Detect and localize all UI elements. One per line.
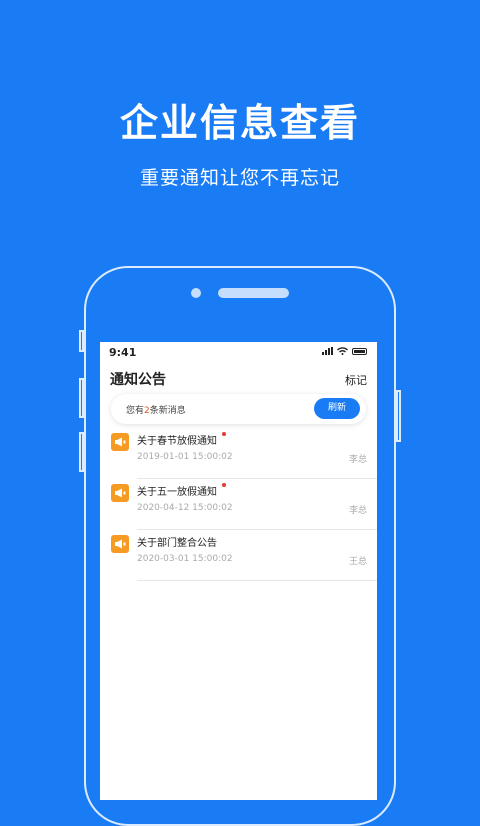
notice-title: 关于五一放假通知 [137,483,226,498]
unread-dot [222,483,226,487]
phone-screen: 9:41 通知公告 标记 您有2条新消息 刷新 关于春节放假通知 2019-01… [100,342,377,800]
notice-date: 2019-01-01 15:00:02 [137,452,233,462]
list-item[interactable]: 关于五一放假通知 2020-04-12 15:00:02 李总 [100,479,377,530]
megaphone-icon [111,535,129,553]
phone-side-button [79,378,84,418]
megaphone-icon [111,433,129,451]
list-item[interactable]: 关于部门整合公告 2020-03-01 15:00:02 王总 [100,530,377,581]
unread-dot [222,432,226,436]
notice-title: 关于部门整合公告 [137,538,217,549]
wifi-icon [337,347,348,355]
hero-title: 企业信息查看 [119,101,360,145]
notice-author: 王总 [348,557,367,567]
notice-title: 关于春节放假通知 [137,432,226,447]
notice-author: 李总 [348,455,367,465]
camera-dot [191,288,201,298]
new-message-text: 您有2条新消息 [126,406,186,416]
new-message-banner: 您有2条新消息 刷新 [111,394,366,424]
mark-button[interactable]: 标记 [345,372,367,388]
phone-side-button [396,390,401,442]
speaker-grille [218,288,289,298]
page-title: 通知公告 [110,372,166,388]
status-icons [322,347,367,355]
refresh-button[interactable]: 刷新 [314,398,360,419]
phone-side-button [79,330,84,352]
divider [137,580,377,581]
notice-author: 李总 [348,506,367,516]
megaphone-icon [111,484,129,502]
battery-icon [352,347,367,355]
status-bar: 9:41 [100,342,377,362]
hero-subtitle: 重要通知让您不再忘记 [139,167,340,189]
notice-date: 2020-04-12 15:00:02 [137,503,233,513]
signal-icon [322,347,333,355]
status-time: 9:41 [109,346,137,359]
list-item[interactable]: 关于春节放假通知 2019-01-01 15:00:02 李总 [100,428,377,479]
notice-list: 关于春节放假通知 2019-01-01 15:00:02 李总 关于五一放假通知… [100,428,377,581]
phone-side-button [79,432,84,472]
notice-date: 2020-03-01 15:00:02 [137,554,233,564]
